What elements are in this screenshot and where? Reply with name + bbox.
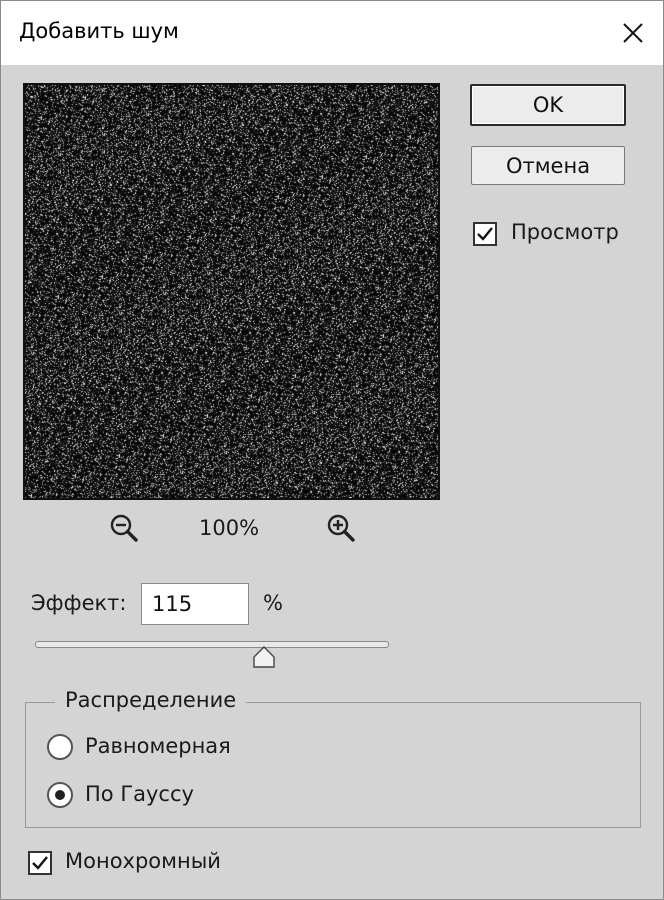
zoom-in-icon xyxy=(327,514,355,542)
radio-uniform[interactable] xyxy=(47,734,73,760)
effect-slider-thumb[interactable] xyxy=(253,646,275,668)
effect-label: Эффект: xyxy=(31,591,127,615)
zoom-in-button[interactable] xyxy=(326,513,356,543)
effect-slider[interactable] xyxy=(35,641,389,648)
preview-checkbox[interactable] xyxy=(473,222,497,246)
check-icon xyxy=(32,856,48,870)
noise-preview-image xyxy=(25,85,438,498)
effect-input[interactable] xyxy=(141,583,249,625)
close-button[interactable] xyxy=(611,11,655,55)
dialog-title: Добавить шум xyxy=(19,19,179,43)
preview-checkbox-label[interactable]: Просмотр xyxy=(511,220,619,244)
close-icon xyxy=(623,23,643,43)
distribution-group xyxy=(25,702,641,828)
monochrome-label[interactable]: Монохромный xyxy=(65,849,221,873)
distribution-title: Распределение xyxy=(55,688,247,712)
title-bar: Добавить шум xyxy=(1,1,663,65)
radio-gaussian[interactable] xyxy=(47,782,73,808)
slider-thumb-icon xyxy=(253,646,275,668)
zoom-out-icon xyxy=(110,514,138,542)
ok-button[interactable]: OK xyxy=(470,84,626,126)
noise-preview[interactable] xyxy=(23,83,440,500)
add-noise-dialog: Добавить шум OK Отмена Просмотр 100% Эфф… xyxy=(0,0,664,900)
check-icon xyxy=(477,227,493,241)
effect-unit: % xyxy=(263,591,283,615)
monochrome-checkbox[interactable] xyxy=(28,851,52,875)
radio-uniform-label[interactable]: Равномерная xyxy=(85,734,231,758)
zoom-out-button[interactable] xyxy=(109,513,139,543)
radio-selected-dot xyxy=(55,790,65,800)
cancel-button[interactable]: Отмена xyxy=(471,146,625,185)
zoom-level: 100% xyxy=(199,516,260,540)
radio-gaussian-label[interactable]: По Гауссу xyxy=(85,782,194,806)
